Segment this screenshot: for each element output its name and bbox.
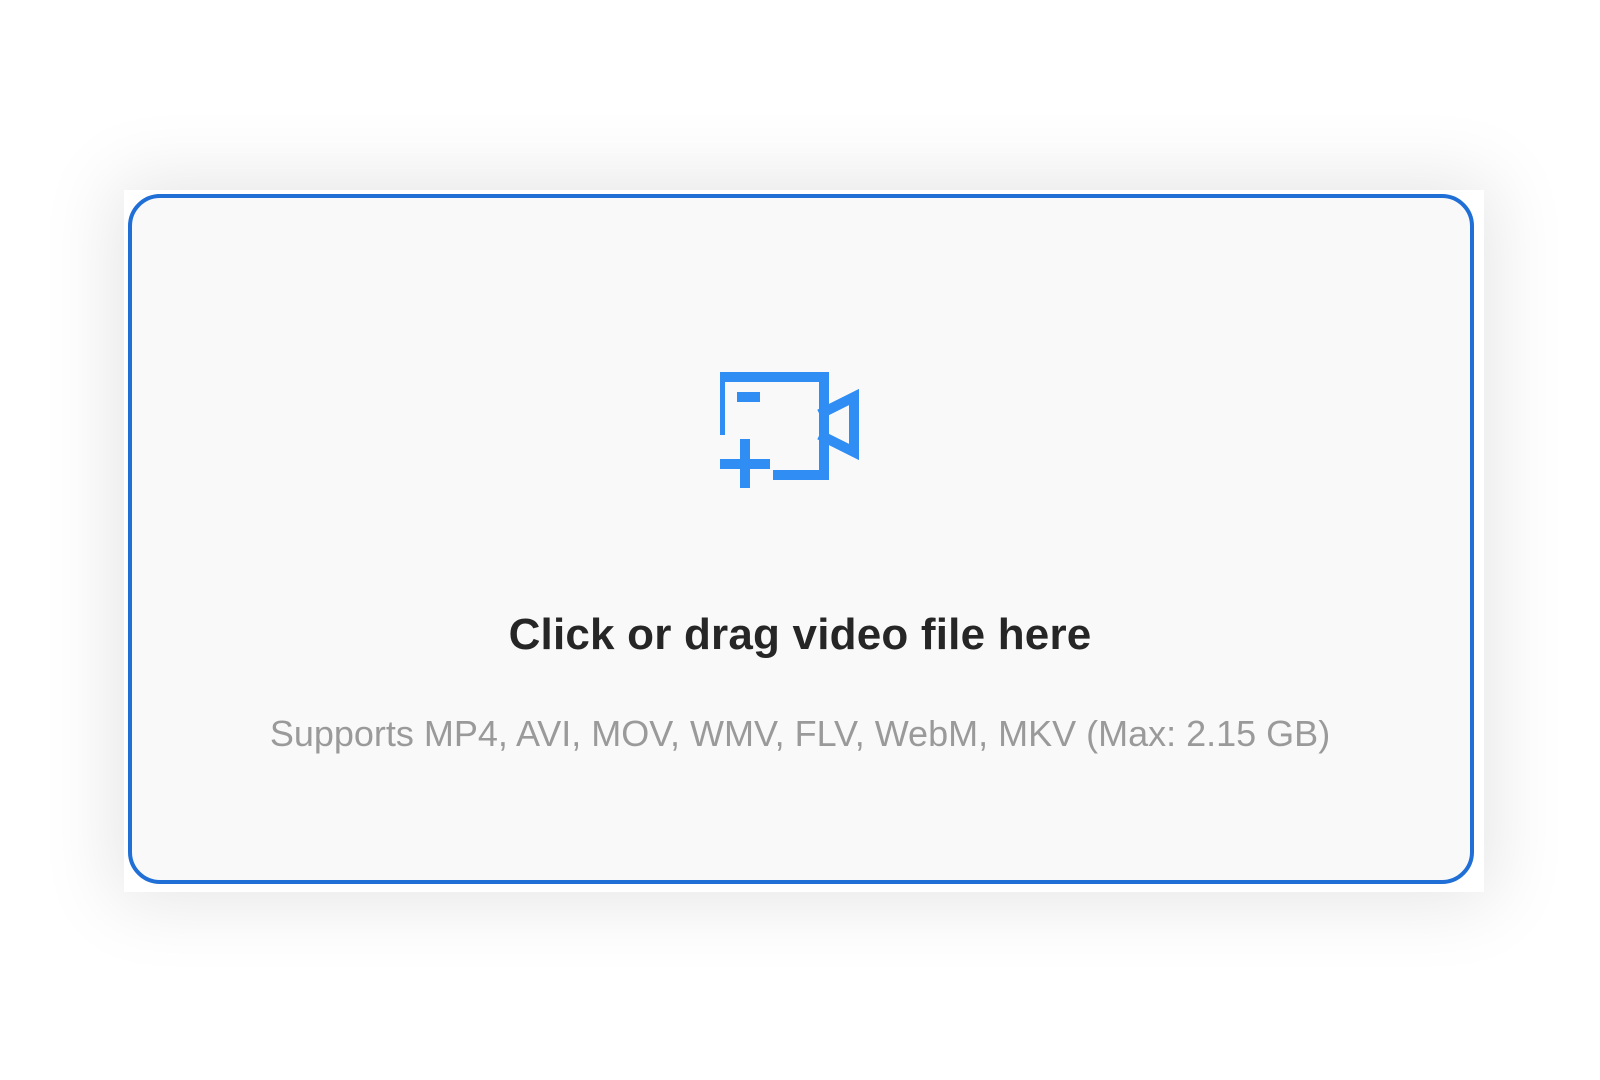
supported-formats-text: Supports MP4, AVI, MOV, WMV, FLV, WebM, … [269, 713, 1331, 754]
video-add-icon [720, 372, 880, 502]
video-upload-dropzone[interactable] [128, 194, 1474, 884]
upload-title: Click or drag video file here [508, 610, 1092, 659]
page: Click or drag video file here Supports M… [0, 0, 1600, 1080]
